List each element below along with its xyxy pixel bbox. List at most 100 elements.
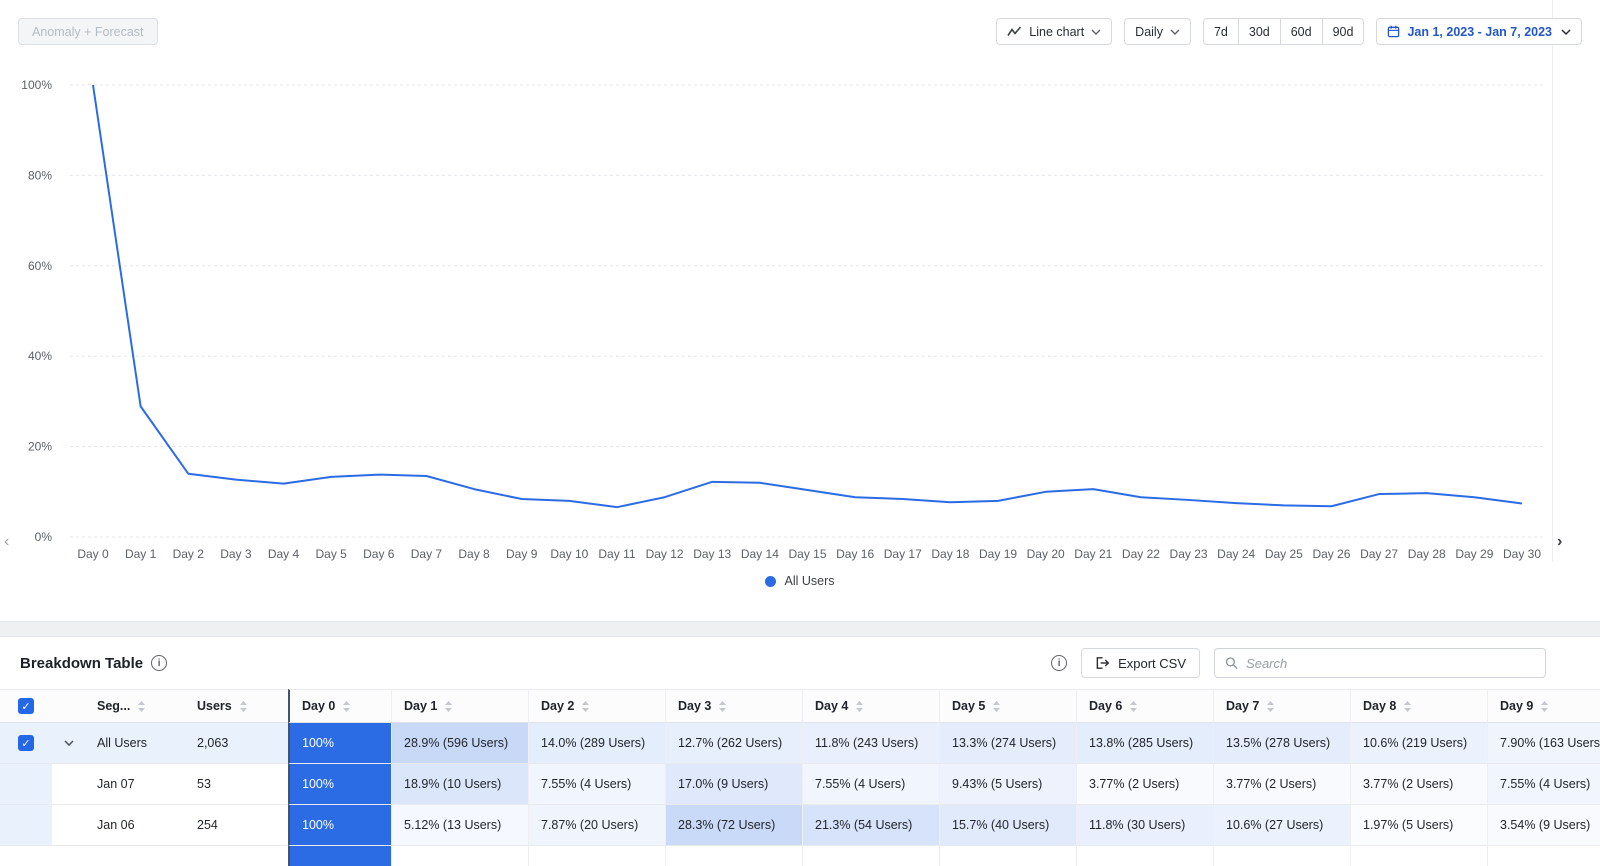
day-6-cell: 3.77% (2 Users)	[1076, 764, 1213, 805]
y-tick-label: 20%	[28, 440, 52, 454]
column-header-day-5[interactable]: Day 5	[939, 689, 1076, 723]
column-header-seg-[interactable]: Seg...	[85, 689, 185, 723]
retention-line-chart: 0%20%40%60%80%100%Day 0Day 1Day 2Day 3Da…	[0, 0, 1600, 600]
x-tick-label: Day 30	[1503, 547, 1541, 561]
x-tick-label: Day 10	[550, 547, 588, 561]
x-tick-label: Day 18	[931, 547, 969, 561]
table-row-jan-07[interactable]: Jan 0753100%18.9% (10 Users)7.55% (4 Use…	[0, 764, 1600, 805]
day-3-cell	[665, 846, 802, 866]
sort-icon	[1404, 701, 1411, 712]
table-header-row: ✓ Seg...Users Day 0 Day 1 Day 2Day 3Day 4 Day…	[0, 689, 1600, 723]
calendar-icon	[1387, 25, 1400, 38]
row-expand-cell[interactable]	[52, 723, 85, 764]
row-select-cell[interactable]	[0, 846, 52, 866]
checkbox[interactable]: ✓	[18, 735, 34, 751]
chart-type-dropdown[interactable]: Line chart	[996, 18, 1112, 45]
column-header-day-4[interactable]: Day 4	[802, 689, 939, 723]
x-tick-label: Day 19	[979, 547, 1017, 561]
date-range-picker[interactable]: Jan 1, 2023 - Jan 7, 2023	[1376, 18, 1582, 45]
table-info-icon[interactable]: i	[1051, 655, 1067, 671]
x-tick-label: Day 28	[1408, 547, 1446, 561]
day-6-cell: 13.8% (285 Users)	[1076, 723, 1213, 764]
search-input[interactable]	[1246, 656, 1535, 671]
column-header-day-0[interactable]: Day 0	[288, 689, 391, 723]
sort-icon	[240, 701, 247, 712]
day-9-cell: 3.54% (9 Users)	[1487, 805, 1600, 846]
day-0-cell	[288, 846, 391, 866]
select-all-cell[interactable]: ✓	[0, 689, 52, 723]
column-header-day-6[interactable]: Day 6	[1076, 689, 1213, 723]
anomaly-forecast-button[interactable]: Anomaly + Forecast	[18, 18, 158, 45]
column-header-users[interactable]: Users	[185, 689, 288, 723]
x-tick-label: Day 2	[173, 547, 205, 561]
column-header-day-2[interactable]: Day 2	[528, 689, 665, 723]
column-header-day-1[interactable]: Day 1	[391, 689, 528, 723]
sort-icon	[1267, 701, 1274, 712]
x-tick-label: Day 1	[125, 547, 157, 561]
sort-icon	[445, 701, 452, 712]
day-2-cell: 7.55% (4 Users)	[528, 764, 665, 805]
column-header-label: Day 5	[952, 699, 985, 713]
day-3-cell: 17.0% (9 Users)	[665, 764, 802, 805]
range-30d-button[interactable]: 30d	[1238, 18, 1281, 45]
column-header-day-7[interactable]: Day 7	[1213, 689, 1350, 723]
title-info-icon[interactable]: i	[151, 655, 167, 671]
row-select-cell[interactable]: ✓	[0, 723, 52, 764]
day-8-cell	[1350, 846, 1487, 866]
day-5-cell: 15.7% (40 Users)	[939, 805, 1076, 846]
breakdown-table-title: Breakdown Table	[20, 655, 143, 672]
column-header-label: Day 9	[1500, 699, 1533, 713]
day-8-cell: 10.6% (219 Users)	[1350, 723, 1487, 764]
column-header-label: Day 1	[404, 699, 437, 713]
x-tick-label: Day 5	[315, 547, 347, 561]
x-tick-label: Day 14	[741, 547, 779, 561]
search-icon	[1225, 656, 1238, 670]
segment-cell: Jan 07	[85, 764, 185, 805]
x-tick-label: Day 24	[1217, 547, 1255, 561]
row-expand-cell	[52, 805, 85, 846]
range-90d-button[interactable]: 90d	[1322, 18, 1365, 45]
x-tick-label: Day 22	[1122, 547, 1160, 561]
chart-legend[interactable]: All Users	[0, 574, 1600, 588]
scroll-left-button[interactable]: ‹	[4, 534, 9, 550]
day-2-cell	[528, 846, 665, 866]
day-5-cell: 13.3% (274 Users)	[939, 723, 1076, 764]
table-row-all-users[interactable]: ✓All Users2,063100%28.9% (596 Users)14.0…	[0, 723, 1600, 764]
column-header-day-3[interactable]: Day 3	[665, 689, 802, 723]
day-8-cell: 3.77% (2 Users)	[1350, 764, 1487, 805]
table-row-jan-06[interactable]: Jan 06254100%5.12% (13 Users)7.87% (20 U…	[0, 805, 1600, 846]
column-header-label: Day 6	[1089, 699, 1122, 713]
x-tick-label: Day 17	[884, 547, 922, 561]
granularity-dropdown[interactable]: Daily	[1124, 18, 1191, 45]
x-tick-label: Day 23	[1170, 547, 1208, 561]
day-2-cell: 7.87% (20 Users)	[528, 805, 665, 846]
day-6-cell: 11.8% (30 Users)	[1076, 805, 1213, 846]
checkbox[interactable]: ✓	[18, 698, 34, 714]
row-expand-cell	[52, 764, 85, 805]
day-7-cell: 3.77% (2 Users)	[1213, 764, 1350, 805]
x-tick-label: Day 27	[1360, 547, 1398, 561]
row-select-cell[interactable]	[0, 805, 52, 846]
export-csv-label: Export CSV	[1118, 656, 1186, 671]
sort-icon	[856, 701, 863, 712]
x-tick-label: Day 11	[598, 547, 635, 561]
x-tick-label: Day 7	[411, 547, 443, 561]
x-tick-label: Day 16	[836, 547, 874, 561]
search-box[interactable]	[1214, 648, 1546, 678]
segment-cell: Jan 06	[85, 805, 185, 846]
x-tick-label: Day 8	[458, 547, 490, 561]
column-header-label: Day 0	[302, 699, 335, 713]
table-row-partial[interactable]	[0, 846, 1600, 866]
y-tick-label: 40%	[28, 349, 52, 363]
export-csv-button[interactable]: Export CSV	[1081, 648, 1200, 678]
range-7d-button[interactable]: 7d	[1203, 18, 1239, 45]
day-4-cell	[802, 846, 939, 866]
row-select-cell[interactable]	[0, 764, 52, 805]
x-tick-label: Day 4	[268, 547, 300, 561]
range-60d-button[interactable]: 60d	[1280, 18, 1323, 45]
users-cell: 254	[185, 805, 288, 846]
scroll-right-button[interactable]: ›	[1557, 534, 1562, 550]
y-tick-label: 0%	[35, 530, 53, 544]
column-header-day-9[interactable]: Day 9	[1487, 689, 1600, 723]
column-header-day-8[interactable]: Day 8	[1350, 689, 1487, 723]
